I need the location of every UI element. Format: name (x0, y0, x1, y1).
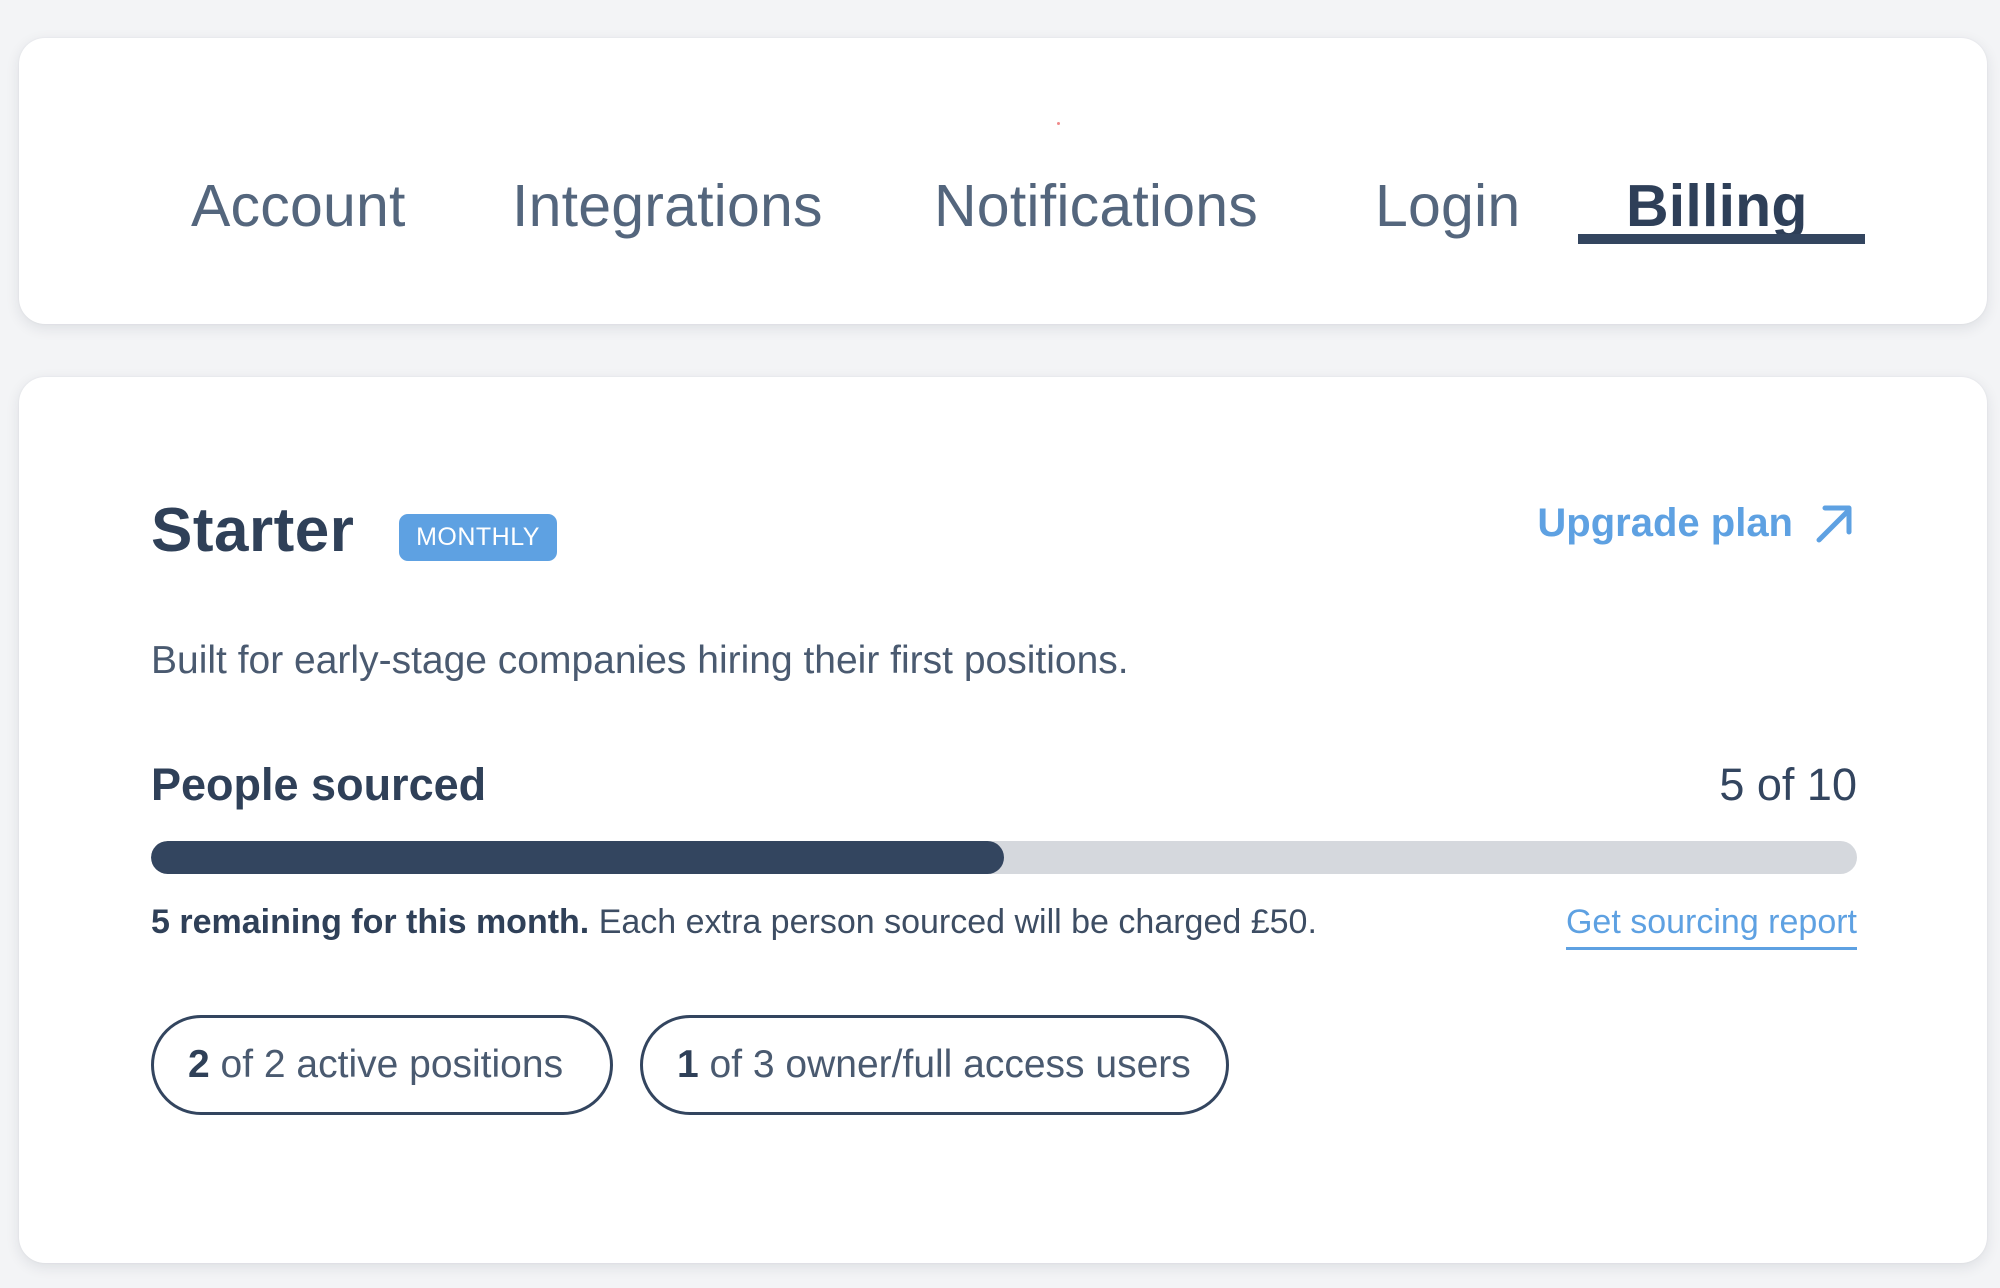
upgrade-plan-label: Upgrade plan (1537, 501, 1793, 545)
billing-period-badge: MONTHLY (399, 514, 557, 561)
tab-login[interactable]: Login (1375, 166, 1520, 246)
active-positions-count: 2 (188, 1043, 210, 1086)
full-access-users-count: 1 (677, 1043, 699, 1086)
arrow-up-right-icon (1816, 505, 1852, 543)
active-tab-indicator (1578, 234, 1865, 244)
tab-account[interactable]: Account (191, 166, 406, 246)
tab-integrations[interactable]: Integrations (512, 166, 823, 246)
usage-progress-fill (151, 841, 1004, 874)
full-access-users-pill: 1 of 3 owner/full access users (640, 1015, 1229, 1115)
get-sourcing-report-link[interactable]: Get sourcing report (1565, 897, 1857, 950)
usage-count: 5 of 10 (1719, 759, 1857, 810)
plan-description: Built for early-stage companies hiring t… (151, 639, 1129, 682)
usage-progress-bar (151, 841, 1857, 874)
upgrade-plan-link[interactable]: Upgrade plan (1537, 495, 1857, 551)
plan-card: Starter MONTHLY Upgrade plan Built for e… (19, 377, 1987, 1263)
usage-label: People sourced (151, 759, 487, 810)
full-access-users-text: of 3 owner/full access users (698, 1043, 1191, 1086)
active-positions-text: of 2 active positions (209, 1043, 564, 1086)
plan-name: Starter (151, 496, 355, 565)
settings-tabs-card: Account Integrations Notifications Login… (19, 38, 1987, 324)
notification-dot (1057, 122, 1060, 125)
extra-charge-note: Each extra person sourced will be charge… (589, 903, 1317, 941)
tab-notifications[interactable]: Notifications (934, 166, 1258, 246)
remaining-note: 5 remaining for this month. Each extra p… (151, 897, 1317, 947)
remaining-count: 5 remaining for this month. (151, 903, 590, 941)
active-positions-pill: 2 of 2 active positions (151, 1015, 613, 1115)
